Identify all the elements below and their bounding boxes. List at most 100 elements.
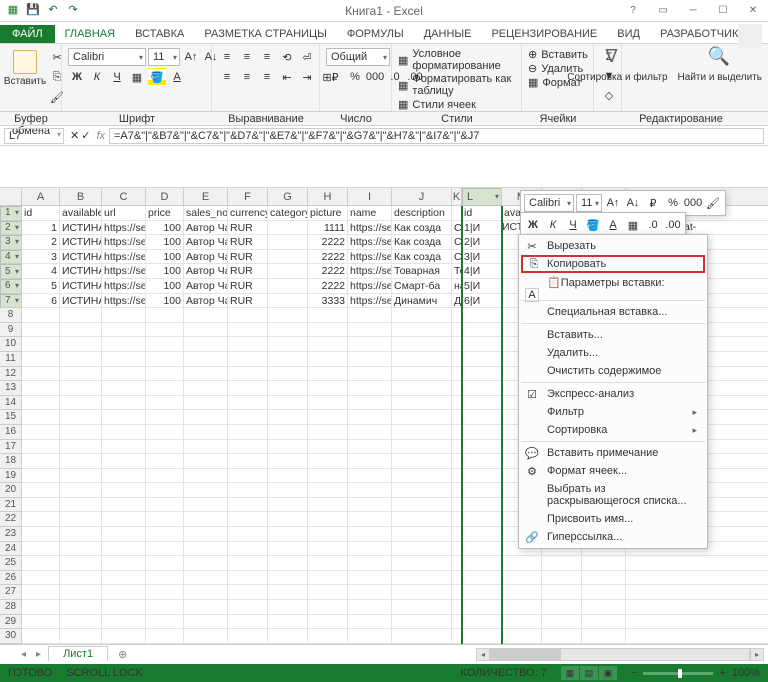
cell[interactable] [102, 556, 146, 570]
ctx-cut[interactable]: ✂Вырезать [521, 237, 705, 255]
row-header[interactable]: 1 [0, 206, 22, 221]
ctx-format-cells[interactable]: ⚙Формат ячеек... [521, 462, 705, 480]
view-break-button[interactable]: ▣ [599, 666, 617, 680]
cell[interactable]: RUR [228, 235, 268, 249]
cell[interactable] [228, 629, 268, 643]
cell[interactable] [146, 381, 184, 395]
cell[interactable]: 2|И [462, 235, 502, 249]
cell[interactable]: 3333 [308, 294, 348, 308]
col-header[interactable]: L [462, 188, 502, 206]
cell[interactable] [348, 323, 392, 337]
col-header[interactable]: A [22, 188, 60, 205]
cell[interactable] [348, 556, 392, 570]
cell[interactable] [348, 425, 392, 439]
cell[interactable]: Товарная галерея в [452, 264, 462, 278]
cell[interactable]: id [462, 206, 502, 220]
sheet-nav-prev[interactable]: ◂ [18, 649, 29, 660]
cell[interactable] [22, 615, 60, 629]
fx-icon[interactable]: fx [96, 130, 105, 142]
cell[interactable] [452, 498, 462, 512]
cell[interactable] [268, 512, 308, 526]
cell[interactable] [228, 512, 268, 526]
cell[interactable] [462, 629, 502, 643]
cell[interactable] [102, 396, 146, 410]
cell[interactable] [22, 585, 60, 599]
cell[interactable] [308, 410, 348, 424]
cell[interactable]: Автор Чак [184, 279, 228, 293]
cell[interactable] [392, 556, 452, 570]
ribbon-help-icon[interactable]: ? [618, 0, 648, 20]
cell[interactable] [462, 454, 502, 468]
row-header[interactable]: 11 [0, 352, 22, 367]
col-header[interactable]: B [60, 188, 102, 205]
cell[interactable] [60, 629, 102, 643]
row-header[interactable]: 26 [0, 571, 22, 586]
cell[interactable] [348, 352, 392, 366]
bold-button[interactable]: Ж [68, 68, 86, 86]
cell[interactable]: Автор Чак [184, 235, 228, 249]
cell[interactable] [60, 323, 102, 337]
row-header[interactable]: 16 [0, 425, 22, 440]
cell[interactable]: 2222 [308, 279, 348, 293]
cell[interactable] [60, 410, 102, 424]
cell[interactable] [102, 308, 146, 322]
cell[interactable] [502, 556, 542, 570]
cell[interactable] [348, 367, 392, 381]
ctx-quick-analysis[interactable]: ☑Экспресс-анализ [521, 385, 705, 403]
cell[interactable] [308, 585, 348, 599]
cell[interactable] [228, 527, 268, 541]
cell[interactable]: Автор Чак [184, 250, 228, 264]
cell[interactable] [392, 440, 452, 454]
cell[interactable] [392, 352, 452, 366]
tab-developer[interactable]: РАЗРАБОТЧИК [650, 25, 748, 43]
cell[interactable] [184, 323, 228, 337]
cell[interactable] [268, 556, 308, 570]
cell[interactable] [184, 483, 228, 497]
cell[interactable]: name [348, 206, 392, 220]
mini-decrease-font-icon[interactable]: A↓ [624, 194, 642, 212]
tab-home[interactable]: ГЛАВНАЯ [55, 25, 125, 43]
cell[interactable] [184, 615, 228, 629]
cell[interactable] [462, 425, 502, 439]
cell[interactable] [308, 498, 348, 512]
cell[interactable]: Динамич [392, 294, 452, 308]
cell[interactable]: RUR [228, 221, 268, 235]
cell[interactable] [392, 615, 452, 629]
cell[interactable] [146, 615, 184, 629]
cell[interactable]: id [22, 206, 60, 220]
cell[interactable]: Динамические объ [452, 294, 462, 308]
cell[interactable] [60, 440, 102, 454]
cell[interactable] [60, 527, 102, 541]
sort-filter-button[interactable]: ᐁСортировка и фильтр [565, 44, 669, 85]
cell[interactable] [60, 556, 102, 570]
cell[interactable] [542, 585, 582, 599]
cell[interactable] [348, 542, 392, 556]
cell[interactable] [542, 571, 582, 585]
underline-button[interactable]: Ч [108, 68, 126, 86]
cell[interactable] [348, 498, 392, 512]
cell[interactable] [392, 454, 452, 468]
cell[interactable] [22, 337, 60, 351]
row-header[interactable]: 3 [0, 235, 22, 250]
cell[interactable] [582, 585, 626, 599]
cell[interactable] [60, 585, 102, 599]
align-bottom-icon[interactable]: ≡ [258, 48, 276, 66]
cell[interactable]: 1111 [308, 221, 348, 235]
cell[interactable] [268, 542, 308, 556]
cell[interactable] [22, 323, 60, 337]
cell[interactable] [452, 206, 462, 220]
cell[interactable] [308, 323, 348, 337]
cell[interactable]: https://se [102, 279, 146, 293]
cell[interactable]: https://se [102, 221, 146, 235]
cell[interactable] [268, 235, 308, 249]
cell[interactable] [146, 425, 184, 439]
cell[interactable] [582, 629, 626, 643]
cell[interactable] [392, 542, 452, 556]
cell[interactable] [228, 600, 268, 614]
cell[interactable] [60, 571, 102, 585]
ribbon-collapse-icon[interactable]: ▭ [648, 0, 678, 20]
cell[interactable] [60, 542, 102, 556]
cell[interactable] [452, 454, 462, 468]
cell[interactable] [228, 542, 268, 556]
cell[interactable]: RUR [228, 264, 268, 278]
